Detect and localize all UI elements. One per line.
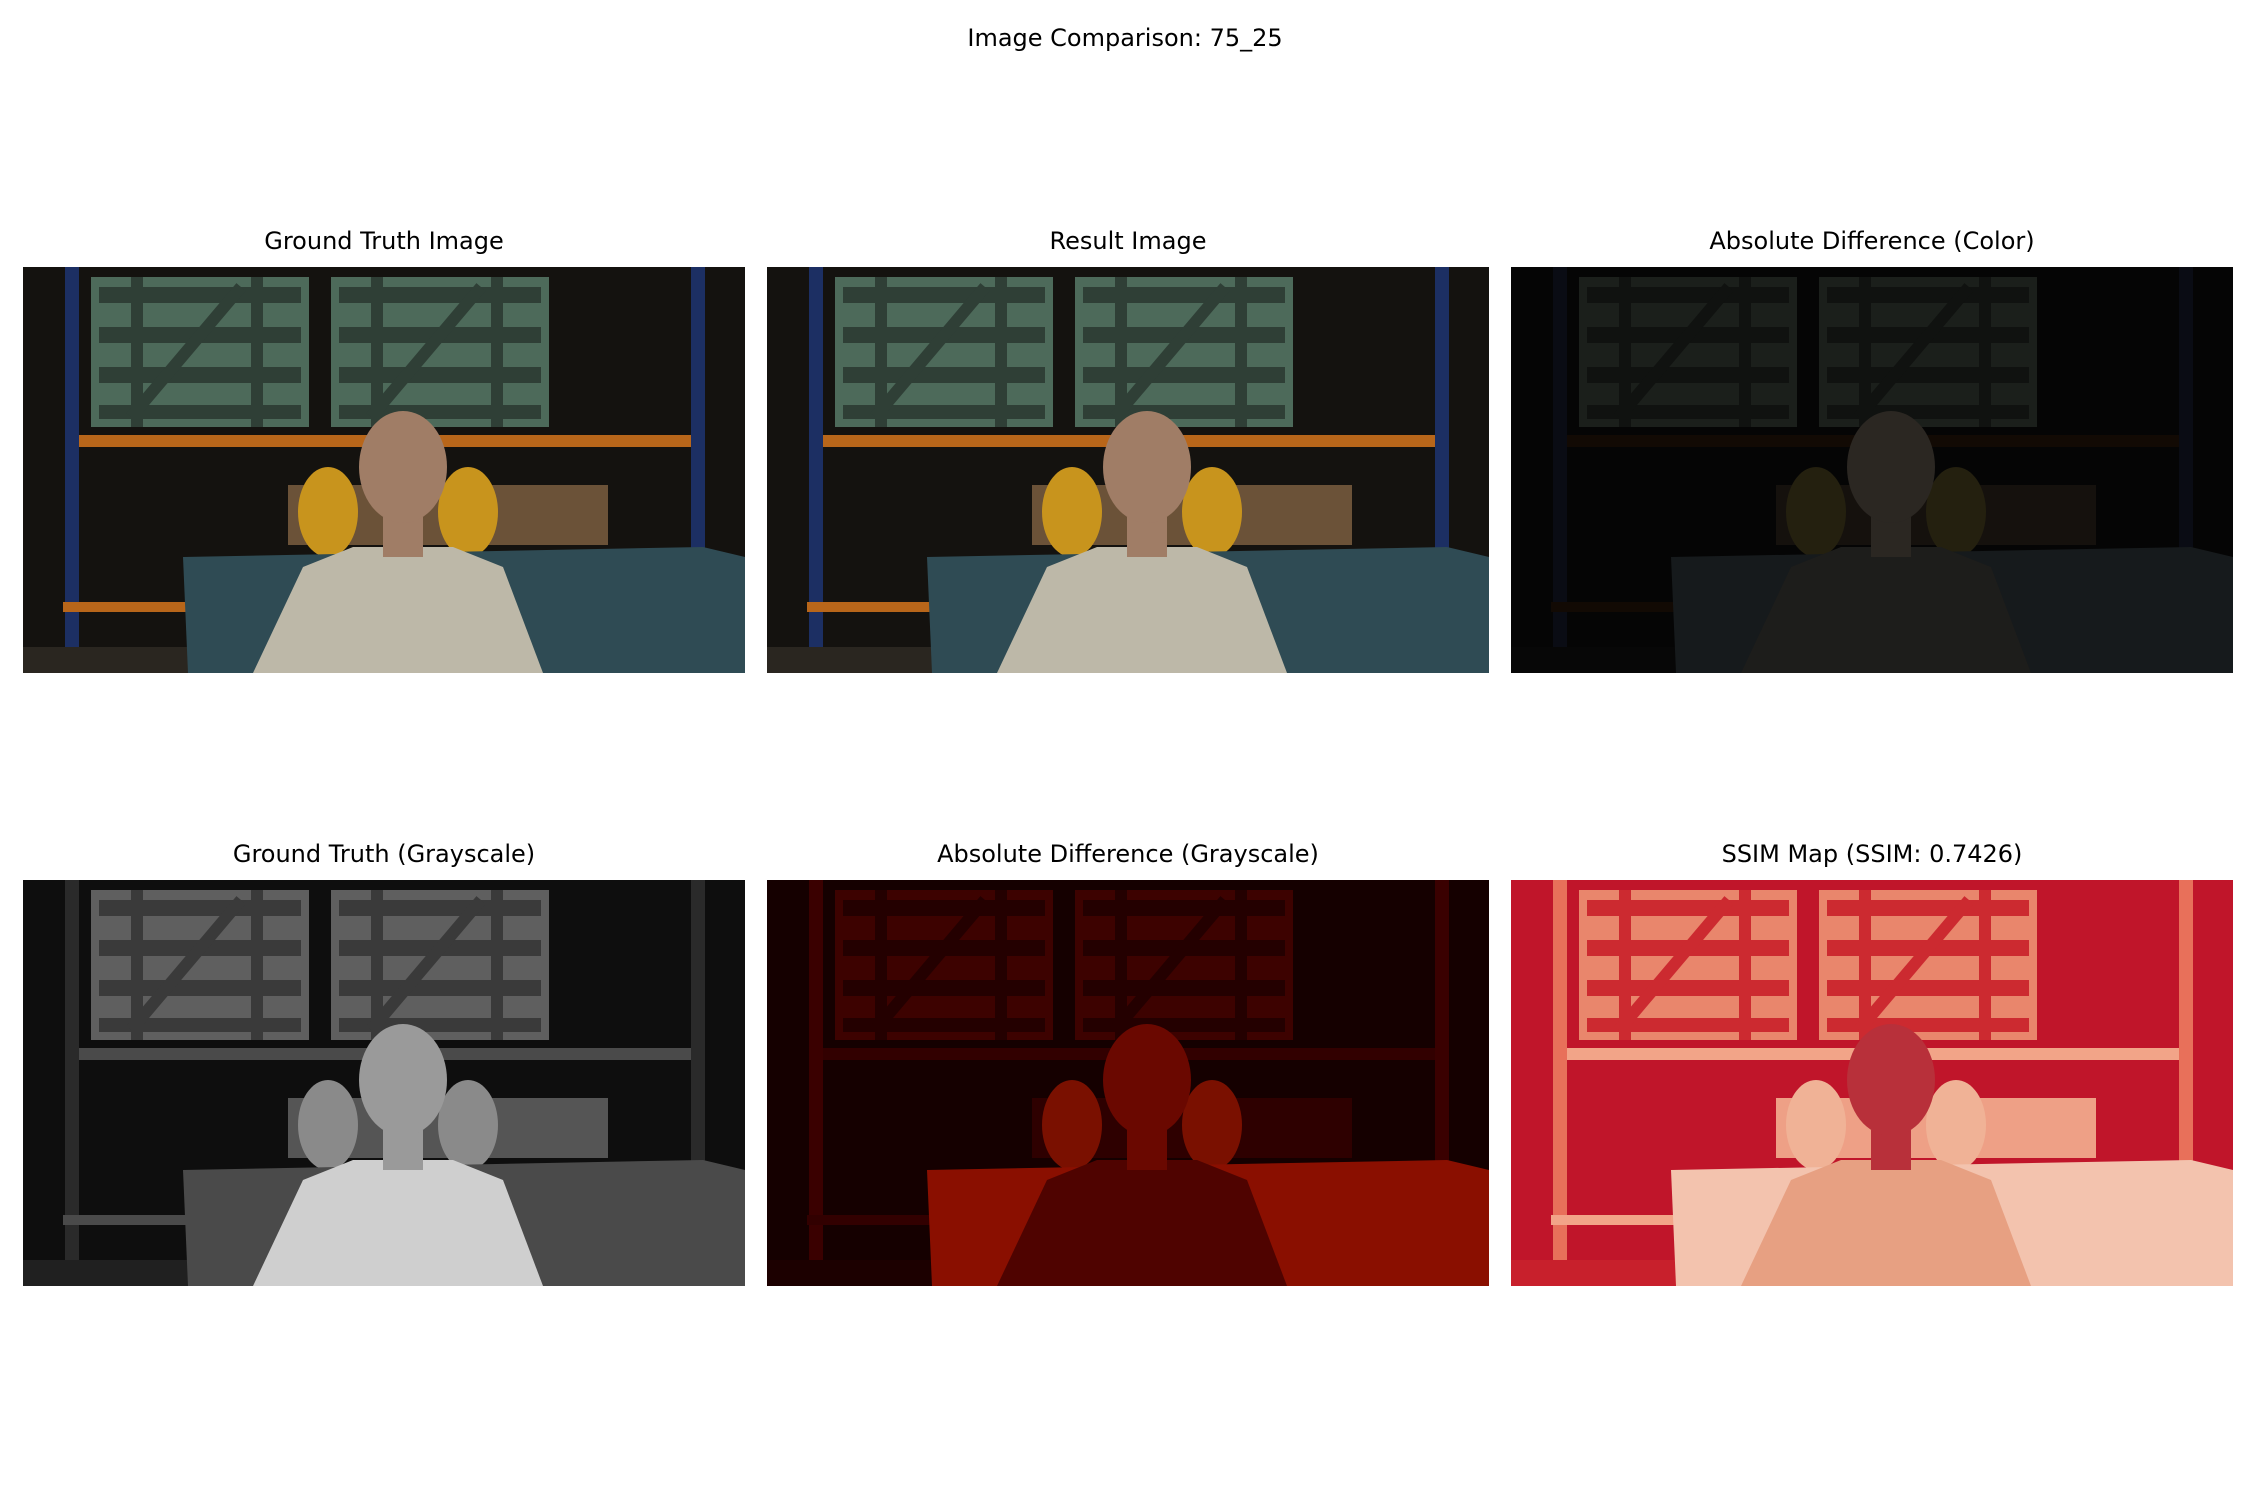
figure-title: Image Comparison: 75_25 (967, 24, 1283, 52)
result-image (767, 267, 1489, 673)
panel-title: SSIM Map (SSIM: 0.7426) (1721, 840, 2023, 868)
ground-truth-image (23, 267, 745, 673)
panel-ssim-map: SSIM Map (SSIM: 0.7426) (1511, 840, 2233, 1286)
ssim-map-image (1511, 880, 2233, 1286)
panel-title: Ground Truth (Grayscale) (232, 840, 536, 868)
absolute-difference-grayscale-image (767, 880, 1489, 1286)
panel-title: Absolute Difference (Grayscale) (937, 840, 1319, 868)
panel-absolute-difference-grayscale: Absolute Difference (Grayscale) (767, 840, 1489, 1286)
panel-absolute-difference-color: Absolute Difference (Color) (1511, 227, 2233, 673)
panel-title: Result Image (1049, 227, 1207, 255)
panel-result-image: Result Image (767, 227, 1489, 673)
panel-title: Absolute Difference (Color) (1709, 227, 2035, 255)
absolute-difference-color-image (1511, 267, 2233, 673)
panel-ground-truth-grayscale: Ground Truth (Grayscale) (23, 840, 745, 1286)
panel-title: Ground Truth Image (264, 227, 504, 255)
ground-truth-grayscale-image (23, 880, 745, 1286)
panel-ground-truth-image: Ground Truth Image (23, 227, 745, 673)
